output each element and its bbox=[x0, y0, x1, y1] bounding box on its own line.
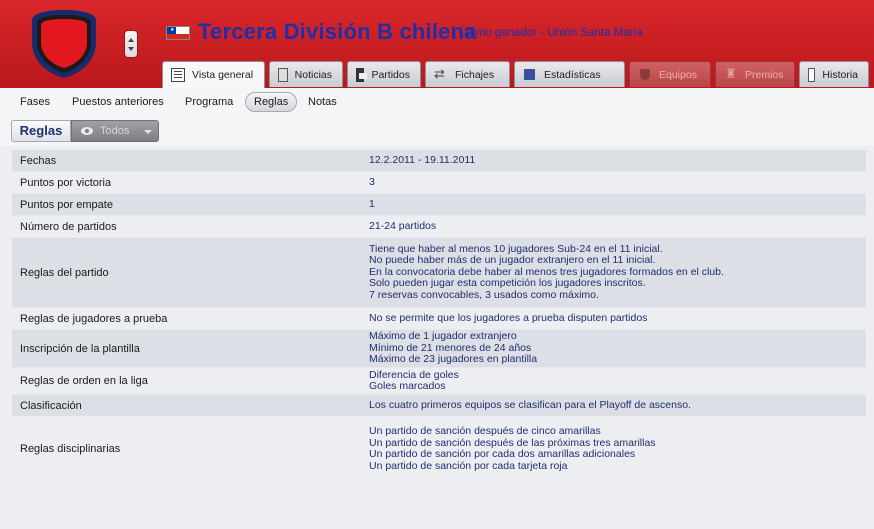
rule-value-line: 3 bbox=[369, 175, 375, 188]
tab-label: Estadísticas bbox=[544, 68, 601, 81]
rule-value-line: 7 reservas convocables, 3 usados como má… bbox=[369, 288, 599, 301]
rule-value: Máximo de 1 jugador extranjero Mínimo de … bbox=[369, 331, 866, 366]
tab-fichajes[interactable]: Fichajes bbox=[425, 61, 510, 87]
tab-historia[interactable]: Historia bbox=[799, 61, 869, 87]
rule-label: Inscripción de la plantilla bbox=[20, 342, 140, 355]
page-title[interactable]: Tercera División B chilena bbox=[198, 19, 477, 45]
calendar-icon bbox=[356, 67, 368, 82]
sub-navigation: Fases Puestos anteriores Programa Reglas… bbox=[0, 88, 874, 116]
filter-value: Todos bbox=[100, 125, 130, 137]
news-icon bbox=[278, 67, 288, 82]
eye-icon bbox=[81, 127, 93, 135]
rule-value: Diferencia de goles Goles marcados bbox=[369, 369, 866, 393]
tab-equipos: Equipos bbox=[629, 61, 711, 87]
subnav-fases[interactable]: Fases bbox=[20, 96, 50, 108]
rule-label: Reglas del partido bbox=[20, 266, 109, 279]
rule-row: Reglas disciplinarias Un partido de sanci… bbox=[12, 417, 866, 482]
subnav-reglas[interactable]: Reglas bbox=[245, 92, 298, 112]
competition-switcher[interactable] bbox=[124, 30, 138, 58]
rule-row: Inscripción de la plantilla Máximo de 1 j… bbox=[12, 330, 866, 368]
tab-label: Partidos bbox=[371, 68, 410, 81]
chevron-down-icon bbox=[144, 130, 152, 134]
rule-row: Reglas de orden en la liga Diferencia de … bbox=[12, 368, 866, 395]
competition-header: ★ Tercera División B chilena Último gana… bbox=[0, 0, 874, 88]
shield-icon bbox=[638, 68, 652, 82]
list-icon bbox=[171, 68, 185, 82]
rule-value: No se permite que los jugadores a prueba… bbox=[369, 311, 866, 325]
tab-estadisticas[interactable]: Estadísticas bbox=[514, 61, 625, 87]
rule-label: Número de partidos bbox=[20, 220, 117, 233]
rule-value: Tiene que haber al menos 10 jugadores Su… bbox=[369, 243, 866, 302]
rule-value: 3 bbox=[369, 175, 866, 189]
rule-row: Clasificación Los cuatro primeros equipos… bbox=[12, 395, 866, 417]
rule-label: Reglas disciplinarias bbox=[20, 443, 121, 455]
tab-label: Vista general bbox=[192, 69, 254, 81]
rule-label: Clasificación bbox=[20, 399, 82, 412]
arrow-up-icon[interactable] bbox=[128, 38, 134, 42]
subnav-puestos-anteriores[interactable]: Puestos anteriores bbox=[72, 96, 164, 108]
tab-label: Premios bbox=[745, 68, 784, 81]
filter-dropdown[interactable]: Todos bbox=[71, 120, 159, 142]
tab-noticias[interactable]: Noticias bbox=[269, 61, 343, 87]
tab-label: Equipos bbox=[659, 68, 697, 81]
rule-value-line: Los cuatro primeros equipos se clasifica… bbox=[369, 398, 691, 411]
rules-table: Fechas 12.2.2011 - 19.11.2011 Puntos por v… bbox=[12, 150, 866, 482]
rule-value-line: 1 bbox=[369, 197, 375, 210]
rule-row: Reglas del partido Tiene que haber al men… bbox=[12, 238, 866, 308]
rule-value-line: Máximo de 23 jugadores en plantilla bbox=[369, 353, 538, 366]
rule-row: Reglas de jugadores a prueba No se permit… bbox=[12, 308, 866, 330]
rule-row: Puntos por victoria 3 bbox=[12, 172, 866, 194]
rule-label: Fechas bbox=[20, 154, 57, 167]
rule-value-line: Un partido de sanción por cada tarjeta r… bbox=[369, 459, 568, 472]
tab-label: Fichajes bbox=[455, 68, 495, 81]
rule-value-line: 12.2.2011 - 19.11.2011 bbox=[369, 153, 476, 166]
chile-flag-icon: ★ bbox=[166, 26, 190, 40]
rule-value-line: Un partido de sanción después de cinco a… bbox=[369, 425, 601, 437]
tab-label: Historia bbox=[822, 68, 858, 81]
rule-value: 12.2.2011 - 19.11.2011 bbox=[369, 153, 866, 167]
rule-label: Puntos por empate bbox=[20, 198, 113, 211]
rule-value: Los cuatro primeros equipos se clasifica… bbox=[369, 398, 866, 412]
arrow-down-icon[interactable] bbox=[128, 47, 134, 51]
tab-premios: Premios bbox=[715, 61, 795, 87]
trophy-icon bbox=[724, 66, 738, 82]
transfer-icon bbox=[434, 66, 448, 82]
tab-partidos[interactable]: Partidos bbox=[347, 61, 421, 87]
subnav-notas[interactable]: Notas bbox=[308, 96, 337, 108]
rule-value-line: Goles marcados bbox=[369, 380, 446, 392]
rule-value: 1 bbox=[369, 197, 866, 211]
crest-icon bbox=[32, 10, 96, 78]
main-tabs: Vista general Noticias Partidos Fichajes… bbox=[162, 61, 873, 88]
rule-label: Puntos por victoria bbox=[20, 176, 112, 189]
rule-row: Fechas 12.2.2011 - 19.11.2011 bbox=[12, 150, 866, 172]
rule-value-line: No se permite que los jugadores a prueba… bbox=[369, 311, 648, 324]
rule-row: Número de partidos 21-24 partidos bbox=[12, 216, 866, 238]
rule-value: Un partido de sanción después de cinco a… bbox=[369, 425, 866, 472]
rules-toolbar: Reglas Todos bbox=[0, 116, 874, 146]
stats-icon bbox=[523, 68, 537, 82]
section-title: Reglas bbox=[11, 120, 71, 142]
rule-row: Puntos por empate 1 bbox=[12, 194, 866, 216]
tab-vista-general[interactable]: Vista general bbox=[162, 61, 265, 88]
document-icon bbox=[808, 67, 816, 82]
last-winner[interactable]: Último ganador - Unión Santa María bbox=[459, 27, 643, 39]
subnav-programa[interactable]: Programa bbox=[185, 96, 233, 108]
rule-value-line: 21-24 partidos bbox=[369, 219, 437, 232]
rule-value: 21-24 partidos bbox=[369, 219, 866, 233]
rule-value-line: Un partido de sanción por cada dos amari… bbox=[369, 448, 636, 460]
rule-label: Reglas de jugadores a prueba bbox=[20, 312, 168, 325]
tab-label: Noticias bbox=[294, 68, 332, 81]
rule-label: Reglas de orden en la liga bbox=[20, 375, 148, 387]
